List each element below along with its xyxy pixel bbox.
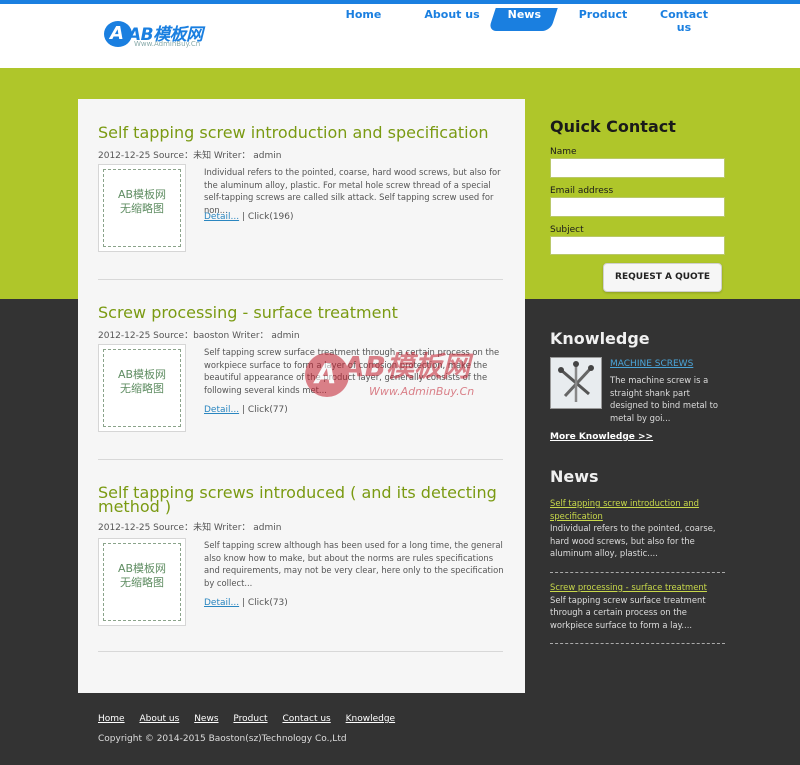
thumbnail-text: 无缩略图 — [120, 576, 164, 589]
news-item: Self tapping screw introduction and spec… — [550, 497, 725, 560]
article-divider — [98, 651, 503, 652]
subject-label: Subject — [550, 225, 584, 235]
nav-product[interactable]: Product — [576, 8, 630, 31]
detail-link[interactable]: Detail... — [204, 405, 239, 415]
thumbnail-placeholder: AB模板网 无缩略图 — [103, 169, 181, 247]
article-divider — [98, 279, 503, 280]
knowledge-item-title[interactable]: MACHINE SCREWS — [610, 359, 693, 369]
footer-link-knowledge[interactable]: Knowledge — [346, 714, 395, 724]
footer-link-about-us[interactable]: About us — [139, 714, 179, 724]
machine-screws-thumbnail[interactable] — [550, 357, 602, 409]
detail-link[interactable]: Detail... — [204, 598, 239, 608]
article-title[interactable]: Screw processing - surface treatment — [98, 305, 503, 321]
quick-contact-heading: Quick Contact — [550, 117, 676, 136]
subject-field[interactable] — [550, 236, 725, 255]
nav-news-label: News — [507, 8, 542, 21]
news-heading: News — [550, 467, 599, 486]
article-excerpt: Individual refers to the pointed, coarse… — [204, 167, 501, 215]
site-logo[interactable]: A AB模板网 Www.AdminBuy.Cn — [104, 18, 214, 52]
article-links: Detail... | Click(77) — [204, 405, 288, 415]
footer-link-contact-us[interactable]: Contact us — [282, 714, 330, 724]
article-thumbnail[interactable]: AB模板网 无缩略图 — [98, 344, 186, 432]
news-divider — [550, 643, 725, 644]
email-label: Email address — [550, 186, 614, 196]
article-thumbnail[interactable]: AB模板网 无缩略图 — [98, 164, 186, 252]
detail-link[interactable]: Detail... — [204, 212, 239, 222]
click-count: | Click(73) — [241, 598, 288, 608]
thumbnail-placeholder: AB模板网 无缩略图 — [103, 543, 181, 621]
click-count: | Click(77) — [241, 405, 288, 415]
footer-link-product[interactable]: Product — [233, 714, 267, 724]
footer-link-news[interactable]: News — [194, 714, 218, 724]
article-links: Detail... | Click(196) — [204, 212, 294, 222]
knowledge-heading: Knowledge — [550, 329, 650, 348]
watermark-text: AB模板网 — [343, 350, 471, 383]
article-title[interactable]: Self tapping screws introduced ( and its… — [98, 485, 503, 515]
nav-contact-us[interactable]: Contact us — [652, 8, 716, 34]
click-count: | Click(196) — [241, 212, 294, 222]
article-excerpt: Self tapping screw although has been use… — [204, 540, 504, 588]
name-field[interactable] — [550, 158, 725, 178]
name-label: Name — [550, 147, 577, 157]
article-links: Detail... | Click(73) — [204, 598, 288, 608]
thumbnail-text: 无缩略图 — [120, 202, 164, 215]
thumbnail-text: AB模板网 — [117, 188, 167, 201]
request-quote-button[interactable]: REQUEST A QUOTE — [603, 263, 722, 292]
article-item: Screw processing - surface treatment 201… — [98, 305, 503, 432]
footer-link-home[interactable]: Home — [98, 714, 125, 724]
article-meta: 2012-12-25 Source：baoston Writer： admin — [98, 331, 300, 341]
article-meta: 2012-12-25 Source：未知 Writer： admin — [98, 151, 282, 161]
article-title[interactable]: Self tapping screw introduction and spec… — [98, 125, 503, 141]
article-item: Self tapping screws introduced ( and its… — [98, 485, 504, 626]
footer-nav: Home About us News Product Contact us Kn… — [98, 714, 407, 724]
news-divider — [550, 572, 725, 573]
email-field[interactable] — [550, 197, 725, 217]
article-divider — [98, 459, 503, 460]
thumbnail-text: AB模板网 — [117, 368, 167, 381]
site-header: A AB模板网 Www.AdminBuy.Cn Home About us Ne… — [0, 0, 800, 68]
news-item-title[interactable]: Self tapping screw introduction and spec… — [550, 497, 725, 522]
news-item-text: Individual refers to the pointed, coarse… — [550, 523, 716, 558]
news-item-title[interactable]: Screw processing - surface treatment — [550, 581, 725, 594]
watermark: A AB模板网 Www.AdminBuy.Cn — [305, 345, 505, 415]
nav-home[interactable]: Home — [336, 8, 391, 31]
thumbnail-placeholder: AB模板网 无缩略图 — [103, 349, 181, 427]
watermark-subtitle: Www.AdminBuy.Cn — [369, 385, 475, 398]
nav-news[interactable]: News — [488, 8, 558, 31]
copyright: Copyright © 2014-2015 Baoston(sz)Technol… — [98, 734, 347, 744]
article-item: Self tapping screw introduction and spec… — [98, 125, 503, 252]
news-item: Screw processing - surface treatment Sel… — [550, 581, 725, 631]
article-meta: 2012-12-25 Source：未知 Writer： admin — [98, 523, 282, 533]
article-thumbnail[interactable]: AB模板网 无缩略图 — [98, 538, 186, 626]
knowledge-item-text: The machine screw is a straight shank pa… — [610, 375, 719, 423]
thumbnail-text: AB模板网 — [117, 562, 167, 575]
nav-about-us[interactable]: About us — [416, 8, 488, 31]
more-knowledge-link[interactable]: More Knowledge >> — [550, 432, 653, 442]
screws-image-icon — [551, 358, 601, 408]
thumbnail-text: 无缩略图 — [120, 382, 164, 395]
news-item-text: Self tapping screw surface treatment thr… — [550, 594, 706, 630]
logo-subtitle: Www.AdminBuy.Cn — [134, 40, 201, 48]
